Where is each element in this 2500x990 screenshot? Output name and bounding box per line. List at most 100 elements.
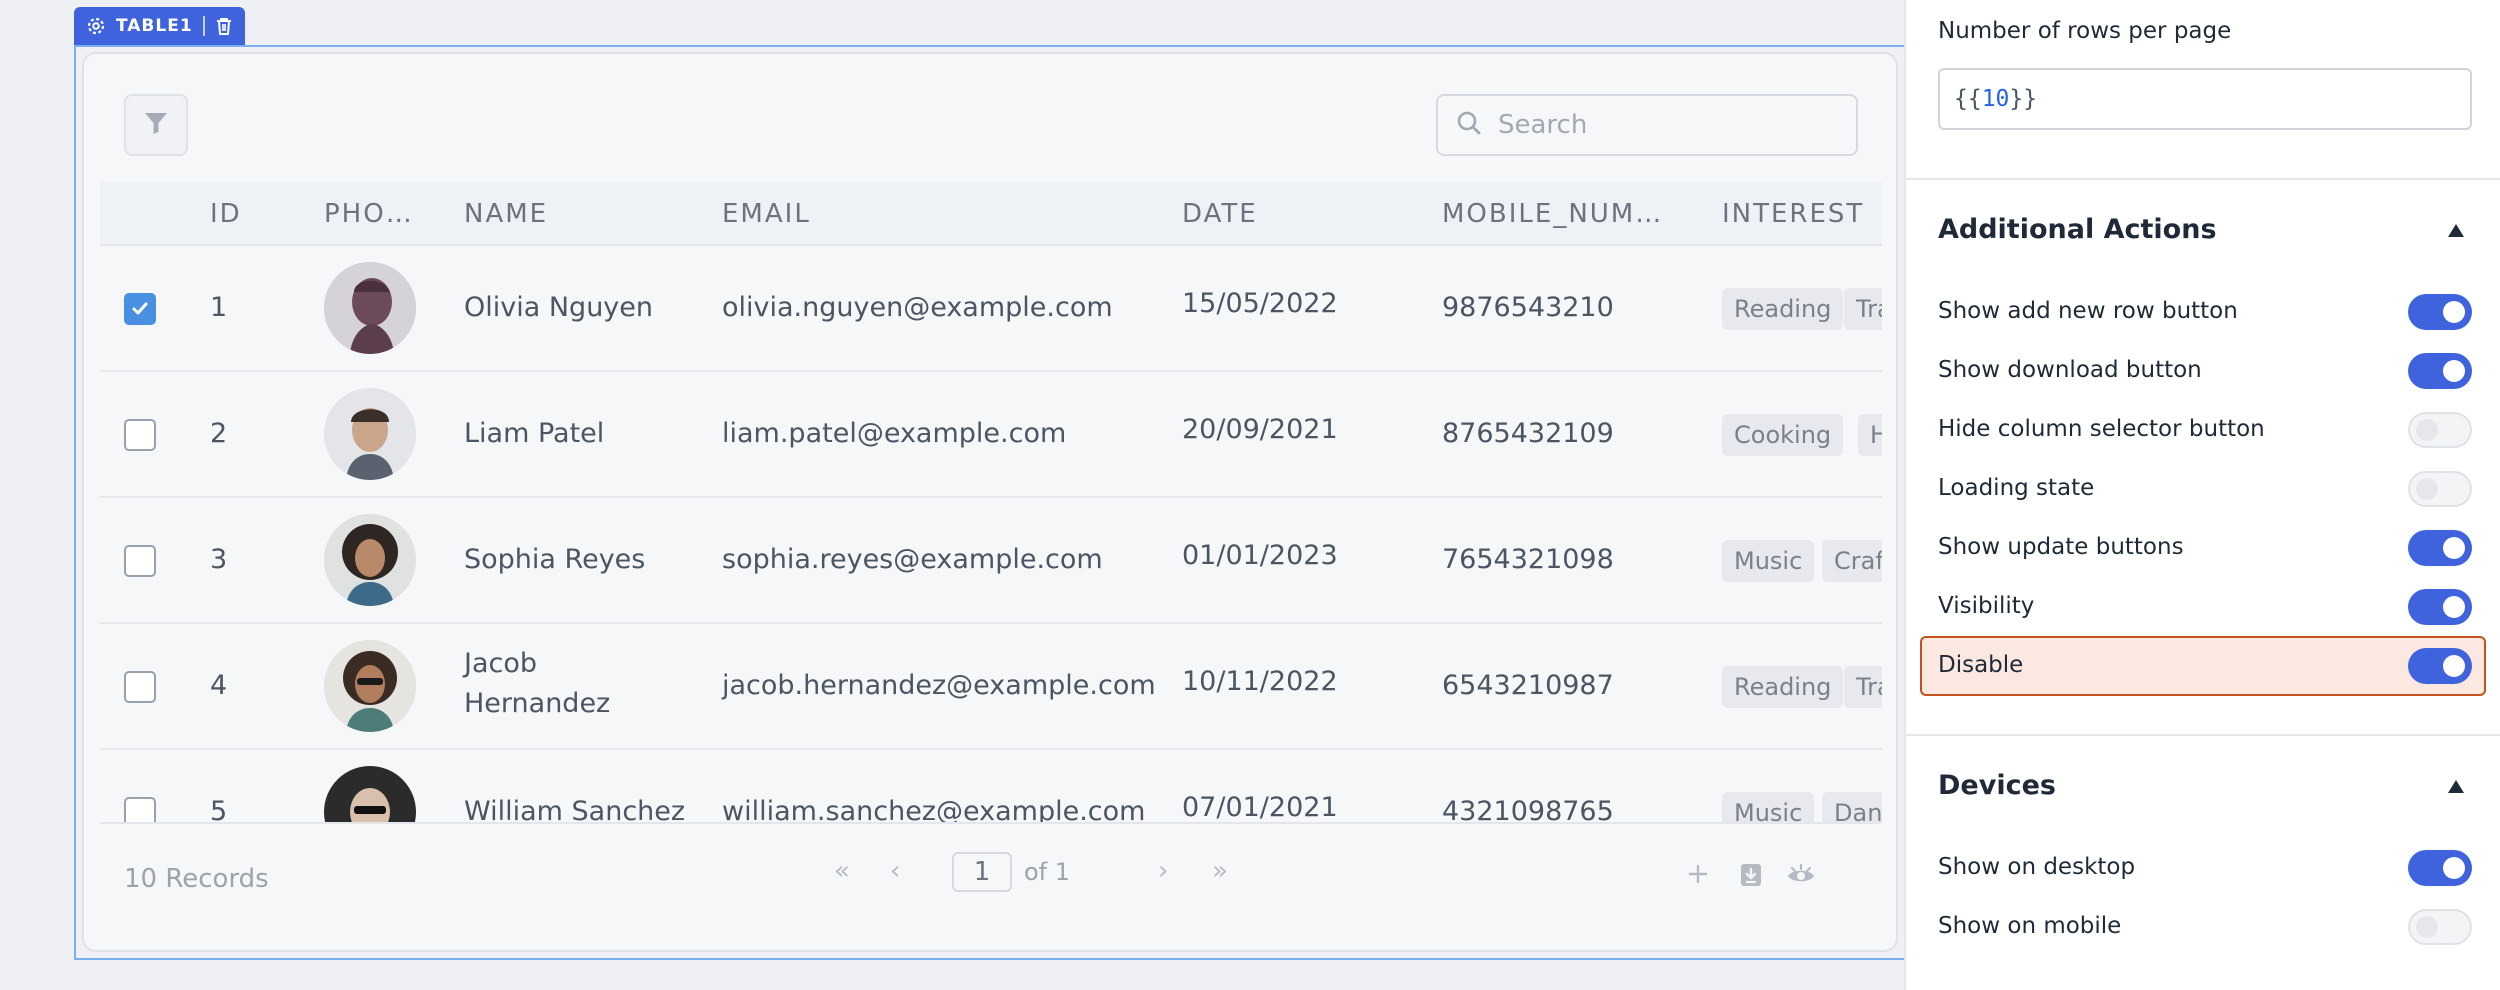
show-on-desktop-label: Show on desktop <box>1938 854 2136 880</box>
cell-mobile: 4321098765 <box>1442 796 1614 822</box>
interest-tag: Music <box>1722 540 1815 582</box>
rows-per-page-close-braces: }} <box>2009 86 2038 112</box>
additional-actions-title[interactable]: Additional Actions <box>1938 214 2217 245</box>
rows-per-page-value: 10 <box>1981 86 2010 112</box>
column-header-id[interactable]: ID <box>210 182 242 246</box>
show-on-mobile-toggle[interactable] <box>2408 909 2472 945</box>
gear-icon[interactable] <box>86 16 106 36</box>
show-add-new-row-label: Show add new row button <box>1938 298 2238 324</box>
visibility-toggle[interactable] <box>2408 589 2472 625</box>
filter-icon <box>143 110 169 140</box>
cell-date: 10/11/2022 <box>1182 666 1338 697</box>
show-update-buttons-toggle[interactable] <box>2408 530 2472 566</box>
avatar <box>324 640 416 732</box>
show-on-mobile-label: Show on mobile <box>1938 913 2122 939</box>
app-canvas: TABLE1 ID PHO… NAME EMAIL DATE MOBILE_NU… <box>0 0 1904 990</box>
table-row[interactable]: 5 William Sanchez william.sanchez@exampl… <box>100 750 1882 822</box>
widget-name: TABLE1 <box>116 16 193 36</box>
column-header-date[interactable]: DATE <box>1182 182 1258 246</box>
cell-date: 01/01/2023 <box>1182 540 1338 571</box>
cell-mobile: 6543210987 <box>1442 670 1614 701</box>
table-row[interactable]: 1 Olivia Nguyen olivia.nguyen@example.co… <box>100 246 1882 372</box>
table-footer: 10 Records « ‹ of 1 › » <box>100 822 1882 950</box>
show-add-new-row-toggle[interactable] <box>2408 294 2472 330</box>
cell-name-line2: Hernandez <box>464 688 611 719</box>
add-row-icon[interactable] <box>1686 862 1710 890</box>
records-count: 10 Records <box>124 864 269 894</box>
hide-column-selector-toggle[interactable] <box>2408 412 2472 448</box>
search-icon <box>1456 110 1482 140</box>
cell-email: olivia.nguyen@example.com <box>722 292 1113 323</box>
column-header-interest[interactable]: INTEREST <box>1722 182 1864 246</box>
cell-date: 20/09/2021 <box>1182 414 1338 445</box>
column-header-photo[interactable]: PHO… <box>324 182 414 246</box>
cell-id: 1 <box>210 292 228 323</box>
cell-email: liam.patel@example.com <box>722 418 1067 449</box>
row-checkbox[interactable] <box>124 293 156 325</box>
search-box[interactable] <box>1436 94 1858 156</box>
cell-name: Olivia Nguyen <box>464 292 654 323</box>
disable-label: Disable <box>1938 652 2024 678</box>
loading-state-toggle[interactable] <box>2408 471 2472 507</box>
last-page-button[interactable]: » <box>1212 856 1228 886</box>
table-header: ID PHO… NAME EMAIL DATE MOBILE_NUM… INTE… <box>100 182 1882 246</box>
interest-tag: Tra <box>1844 666 1882 708</box>
download-icon[interactable] <box>1738 862 1764 892</box>
interest-tag: Danc <box>1822 792 1882 822</box>
show-download-toggle[interactable] <box>2408 353 2472 389</box>
tag-divider <box>202 16 205 36</box>
column-header-name[interactable]: NAME <box>464 182 548 246</box>
cell-name: Liam Patel <box>464 418 605 449</box>
row-checkbox[interactable] <box>124 545 156 577</box>
rows-per-page-input[interactable]: {{10}} <box>1938 68 2472 130</box>
row-checkbox[interactable] <box>124 671 156 703</box>
interest-tag: Hik <box>1858 414 1882 456</box>
devices-title[interactable]: Devices <box>1938 770 2056 801</box>
cell-name: William Sanchez <box>464 796 686 822</box>
column-header-email[interactable]: EMAIL <box>722 182 811 246</box>
avatar <box>324 514 416 606</box>
filter-button[interactable] <box>124 94 188 156</box>
interest-tag: Reading <box>1722 288 1844 330</box>
properties-panel: Number of rows per page {{10}} Additiona… <box>1904 0 2500 990</box>
rows-per-page-open-braces: {{ <box>1954 86 1982 112</box>
table-row[interactable]: 4 Jacob Hernandez jacob.hernandez@exampl… <box>100 624 1882 750</box>
trash-icon[interactable] <box>215 16 233 36</box>
next-page-button[interactable]: › <box>1158 856 1168 886</box>
avatar <box>324 262 416 354</box>
first-page-button[interactable]: « <box>834 856 850 886</box>
collapse-caret-icon[interactable] <box>2448 780 2464 793</box>
show-update-buttons-label: Show update buttons <box>1938 534 2184 560</box>
avatar <box>324 388 416 480</box>
page-of-label: of 1 <box>1024 858 1071 886</box>
visibility-label: Visibility <box>1938 593 2035 619</box>
table-row[interactable]: 2 Liam Patel liam.patel@example.com 20/0… <box>100 372 1882 498</box>
interest-tag: Cooking <box>1722 414 1844 456</box>
column-header-mobile[interactable]: MOBILE_NUM… <box>1442 182 1663 246</box>
cell-email: jacob.hernandez@example.com <box>722 670 1156 701</box>
page-number-input[interactable] <box>952 852 1012 892</box>
column-visibility-icon[interactable] <box>1786 862 1816 892</box>
hide-column-selector-label: Hide column selector button <box>1938 416 2265 442</box>
search-input[interactable] <box>1498 110 1828 140</box>
table-row[interactable]: 3 Sophia Reyes sophia.reyes@example.com … <box>100 498 1882 624</box>
cell-id: 2 <box>210 418 228 449</box>
row-checkbox[interactable] <box>124 797 156 822</box>
table-body: 1 Olivia Nguyen olivia.nguyen@example.co… <box>100 246 1882 822</box>
loading-state-label: Loading state <box>1938 475 2095 501</box>
cell-date: 07/01/2021 <box>1182 792 1338 822</box>
cell-mobile: 9876543210 <box>1442 292 1614 323</box>
row-checkbox[interactable] <box>124 419 156 451</box>
rows-per-page-label: Number of rows per page <box>1938 18 2232 44</box>
avatar <box>324 766 416 822</box>
collapse-caret-icon[interactable] <box>2448 224 2464 237</box>
widget-tag[interactable]: TABLE1 <box>74 7 245 45</box>
cell-name: Sophia Reyes <box>464 544 646 575</box>
show-on-desktop-toggle[interactable] <box>2408 850 2472 886</box>
interest-tag: Reading <box>1722 666 1844 708</box>
cell-name-line1: Jacob <box>464 648 538 679</box>
cell-date: 15/05/2022 <box>1182 288 1338 319</box>
prev-page-button[interactable]: ‹ <box>890 856 900 886</box>
section-divider <box>1906 178 2500 180</box>
disable-toggle[interactable] <box>2408 648 2472 684</box>
